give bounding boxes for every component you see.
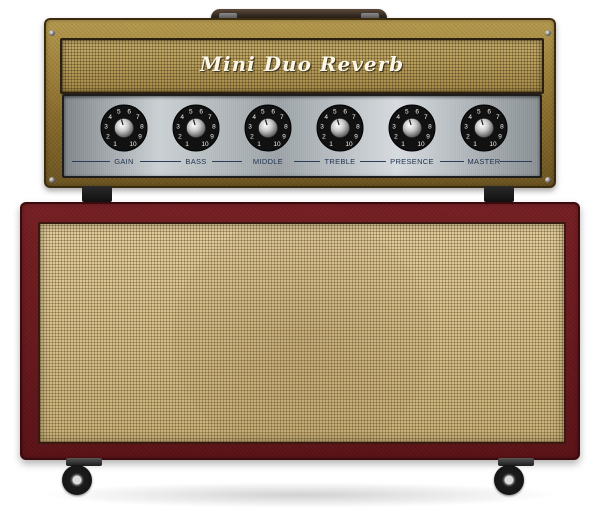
knob-scale-number: 1: [113, 141, 117, 148]
knob-scale-number: 7: [136, 114, 140, 121]
knob-scale-number: 3: [104, 123, 108, 130]
knob-scale-number: 8: [500, 123, 504, 130]
knob-scale-number: 8: [140, 123, 144, 130]
knob-scale-number: 4: [396, 114, 400, 121]
knob-scale-number: 6: [487, 108, 491, 115]
knob-scale-number: 10: [273, 141, 281, 148]
knob-scale-number: 10: [201, 141, 209, 148]
knob-presence[interactable]: 1 2 3 4 5 6 7 8 9 10: [386, 102, 438, 154]
knob-scale-number: 10: [345, 141, 353, 148]
head-grille: Mini Duo Reverb: [60, 38, 544, 94]
amp-head: Mini Duo Reverb 1 2 3 4 5 6 7 8 9 10 GAIN 1 2 3 4 5 6 7 8 9…: [44, 18, 556, 188]
knob-scale-number: 9: [210, 134, 214, 141]
knob-scale-number: 9: [426, 134, 430, 141]
knob-treble[interactable]: 1 2 3 4 5 6 7 8 9 10: [314, 102, 366, 154]
knob-bass[interactable]: 1 2 3 4 5 6 7 8 9 10: [170, 102, 222, 154]
wheel-icon: [494, 465, 524, 495]
knob-scale-number: 8: [284, 123, 288, 130]
knob-scale-number: 1: [473, 141, 477, 148]
knob-scale-number: 4: [252, 114, 256, 121]
knob-scale-number: 5: [477, 108, 481, 115]
knob-scale-number: 4: [108, 114, 112, 121]
knob-scale-number: 5: [405, 108, 409, 115]
knob-gain[interactable]: 1 2 3 4 5 6 7 8 9 10: [98, 102, 150, 154]
floor-shadow: [40, 482, 560, 508]
panel-divider-line: [500, 161, 532, 162]
knob-scale-number: 3: [392, 123, 396, 130]
knob-master[interactable]: 1 2 3 4 5 6 7 8 9 10: [458, 102, 510, 154]
knob-scale-number: 6: [127, 108, 131, 115]
rivet: [49, 30, 55, 36]
knob-scale-number: 10: [129, 141, 137, 148]
knob-scale-number: 5: [261, 108, 265, 115]
knob-cap: [402, 118, 422, 138]
knob-scale-number: 8: [428, 123, 432, 130]
knob-cap: [186, 118, 206, 138]
rivet: [49, 177, 55, 183]
knob-scale-number: 7: [280, 114, 284, 121]
knob-scale-number: 6: [343, 108, 347, 115]
knob-scale-number: 5: [117, 108, 121, 115]
knob-scale-number: 2: [250, 134, 254, 141]
wheel-icon: [62, 465, 92, 495]
knob-cap: [474, 118, 494, 138]
knob-scale-number: 6: [415, 108, 419, 115]
knob-scale-number: 9: [282, 134, 286, 141]
amp-logo: Mini Duo Reverb: [199, 52, 405, 76]
knob-scale-number: 5: [189, 108, 193, 115]
panel-divider-line: [360, 161, 386, 162]
knob-scale-number: 9: [498, 134, 502, 141]
knob-scale-number: 2: [178, 134, 182, 141]
control-panel: 1 2 3 4 5 6 7 8 9 10 GAIN 1 2 3 4 5 6 7 8 9 10 BASS 1 2 3 4 5 6 7 8 9 1…: [62, 94, 542, 178]
knob-scale-number: 4: [468, 114, 472, 121]
panel-divider-line: [294, 161, 320, 162]
knob-scale-number: 10: [489, 141, 497, 148]
knob-scale-number: 3: [176, 123, 180, 130]
knob-scale-number: 4: [324, 114, 328, 121]
knob-scale-number: 2: [322, 134, 326, 141]
speaker-grille: [38, 222, 566, 444]
knob-scale-number: 8: [356, 123, 360, 130]
knob-scale-number: 5: [333, 108, 337, 115]
caster-wheel-right: [494, 458, 538, 498]
knob-scale-number: 7: [496, 114, 500, 121]
knob-scale-number: 10: [417, 141, 425, 148]
knob-scale-number: 1: [401, 141, 405, 148]
knob-scale-number: 2: [106, 134, 110, 141]
knob-scale-number: 7: [424, 114, 428, 121]
knob-scale-number: 2: [466, 134, 470, 141]
head-foot-left: [82, 186, 112, 202]
knob-scale-number: 7: [208, 114, 212, 121]
knob-scale-number: 4: [180, 114, 184, 121]
knob-scale-number: 9: [138, 134, 142, 141]
knob-scale-number: 2: [394, 134, 398, 141]
knob-scale-number: 1: [257, 141, 261, 148]
knob-scale-number: 3: [320, 123, 324, 130]
panel-divider-line: [72, 161, 110, 162]
knob-scale-number: 3: [464, 123, 468, 130]
knob-scale-number: 6: [271, 108, 275, 115]
knob-cap: [330, 118, 350, 138]
knob-scale-number: 1: [329, 141, 333, 148]
panel-divider-line: [212, 161, 242, 162]
rivet: [545, 177, 551, 183]
knob-scale-number: 1: [185, 141, 189, 148]
knob-cap: [258, 118, 278, 138]
panel-divider-line: [440, 161, 464, 162]
knob-middle[interactable]: 1 2 3 4 5 6 7 8 9 10: [242, 102, 294, 154]
knob-scale-number: 6: [199, 108, 203, 115]
caster-wheel-left: [62, 458, 106, 498]
knob-cap: [114, 118, 134, 138]
rivet: [545, 30, 551, 36]
speaker-cabinet: [20, 202, 580, 460]
knob-scale-number: 8: [212, 123, 216, 130]
panel-divider-line: [140, 161, 181, 162]
head-foot-right: [484, 186, 514, 202]
knob-scale-number: 9: [354, 134, 358, 141]
knob-scale-number: 7: [352, 114, 356, 121]
knob-scale-number: 3: [248, 123, 252, 130]
